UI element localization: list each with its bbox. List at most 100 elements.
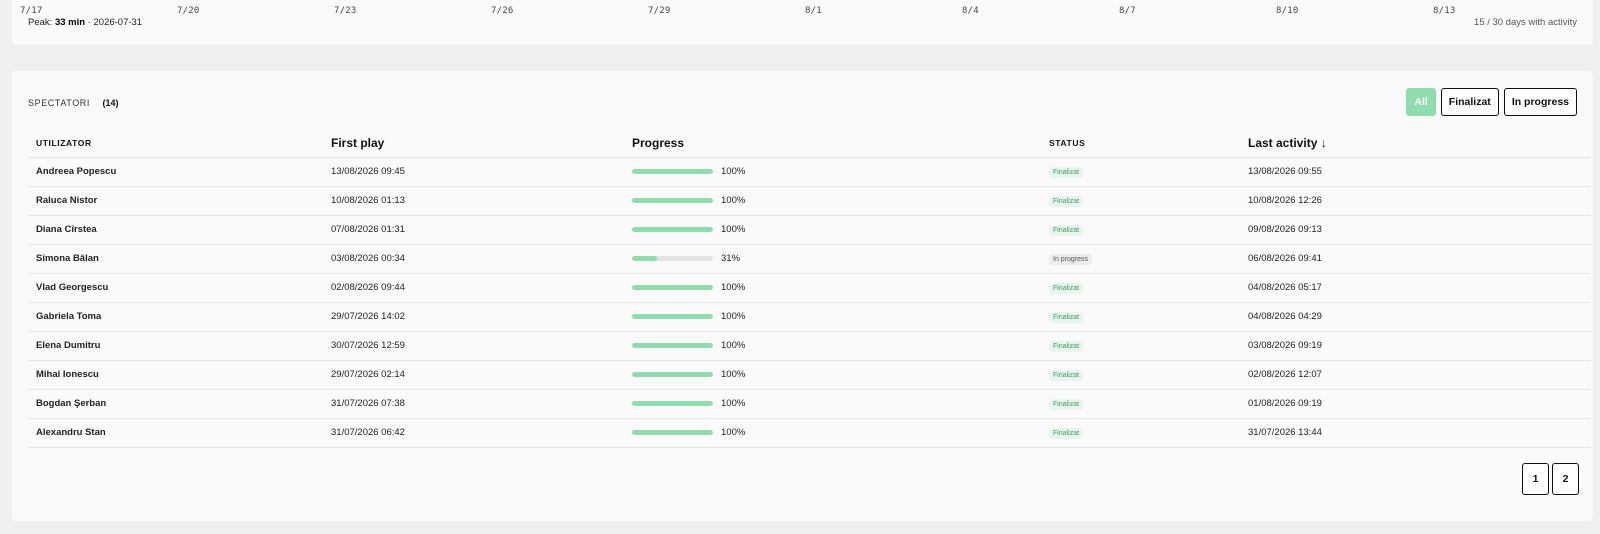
filter-in-progress-button[interactable]: In progress [1503,88,1577,116]
user-name[interactable]: Andreea Popescu [28,157,323,187]
progress-cell: 100% [624,186,1041,216]
progress-bar [632,401,713,406]
table-row[interactable]: Alexandru Stan 31/07/2026 06:42 100% Finali… [28,418,1591,448]
status-badge: Finalizat [1049,427,1084,439]
table-row[interactable]: Raluca Nistor 10/08/2026 01:13 100% Finaliz… [28,186,1591,216]
progress-bar-fill [632,343,713,348]
progress-percent: 100% [721,369,746,380]
progress-percent: 100% [721,311,746,322]
progress-percent: 100% [721,282,746,293]
spectators-header: SPECTATORI (14) All Finalizat In progress [28,88,1577,116]
first-play-time: 31/07/2026 07:38 [323,389,624,419]
x-axis-tick-label: 8/13 [1433,6,1456,16]
progress-cell: 31% [624,244,1041,274]
user-name[interactable]: Alexandru Stan [28,418,323,448]
progress-bar-fill [632,430,713,435]
user-name[interactable]: Bogdan Şerban [28,389,323,419]
progress-bar [632,227,713,232]
x-axis-tick-label: 8/1 [805,6,822,16]
progress-cell: 100% [624,273,1041,303]
activity-chart-card: 7/17 7/20 7/23 7/26 7/29 8/1 8/4 8/7 8/10 8/13 Pe… [12,0,1593,45]
status-badge: Finalizat [1049,340,1084,352]
page-1-button[interactable]: 1 [1522,463,1549,495]
progress-cell: 100% [624,157,1041,187]
peak-date: 2026-07-31 [93,17,143,28]
status-cell: In progress [1041,244,1240,274]
first-play-time: 07/08/2026 01:31 [323,215,624,245]
table-row[interactable]: Diana Cîrstea 07/08/2026 01:31 100% Finaliz… [28,215,1591,245]
progress-bar-fill [632,285,713,290]
user-name[interactable]: Raluca Nistor [28,186,323,216]
status-cell: Finalizat [1041,331,1240,361]
status-cell: Finalizat [1041,360,1240,390]
column-header-status[interactable]: STATUS [1041,129,1240,158]
last-activity-time: 02/08/2026 12:07 [1240,360,1591,390]
column-header-first-play[interactable]: First play [323,129,624,158]
spectators-count: (14) [102,98,119,108]
progress-percent: 31% [721,253,741,264]
progress-percent: 100% [721,224,746,235]
status-badge: Finalizat [1049,282,1084,294]
filter-all-button[interactable]: All [1406,88,1436,116]
x-axis-tick-label: 8/4 [962,6,979,16]
table-row[interactable]: Vlad Georgescu 02/08/2026 09:44 100% Finali… [28,273,1591,303]
status-badge: Finalizat [1049,398,1084,410]
table-row[interactable]: Gabriela Toma 29/07/2026 14:02 100% Finaliz… [28,302,1591,332]
x-axis-tick-label: 7/17 [20,6,43,16]
table-row[interactable]: Elena Dumitru 30/07/2026 12:59 100% Finaliz… [28,331,1591,361]
first-play-time: 10/08/2026 01:13 [323,186,624,216]
progress-bar-fill [632,256,658,261]
progress-bar-fill [632,198,713,203]
user-name[interactable]: Gabriela Toma [28,302,323,332]
user-name[interactable]: Simona Bălan [28,244,323,274]
status-badge: Finalizat [1049,311,1084,323]
user-name[interactable]: Diana Cîrstea [28,215,323,245]
x-axis-tick-label: 7/29 [648,6,671,16]
spectators-heading: SPECTATORI (14) [28,93,118,111]
peak-separator: · [85,17,94,28]
progress-bar-fill [632,169,713,174]
column-header-progress[interactable]: Progress [624,129,1041,158]
progress-bar [632,343,713,348]
table-row[interactable]: Andreea Popescu 13/08/2026 09:45 100% Final… [28,157,1591,187]
table-body: Andreea Popescu 13/08/2026 09:45 100% Final… [28,157,1591,448]
first-play-time: 29/07/2026 14:02 [323,302,624,332]
progress-bar-fill [632,314,713,319]
user-name[interactable]: Mihai Ionescu [28,360,323,390]
progress-cell: 100% [624,389,1041,419]
first-play-time: 30/07/2026 12:59 [323,331,624,361]
progress-percent: 100% [721,195,746,206]
status-cell: Finalizat [1041,389,1240,419]
progress-bar-fill [632,227,713,232]
column-header-user[interactable]: UTILIZATOR [28,129,323,158]
spectators-table: UTILIZATOR First play Progress STATUS La… [28,129,1591,448]
progress-cell: 100% [624,331,1041,361]
status-badge: Finalizat [1049,224,1084,236]
progress-cell: 100% [624,302,1041,332]
progress-bar [632,285,713,290]
progress-percent: 100% [721,340,746,351]
table-row[interactable]: Simona Bălan 03/08/2026 00:34 31% In progre… [28,244,1591,274]
progress-bar-fill [632,401,713,406]
progress-bar [632,169,713,174]
progress-bar [632,372,713,377]
progress-percent: 100% [721,398,746,409]
pagination: 12 [1522,463,1579,495]
column-header-last-activity[interactable]: Last activity ↓ [1240,129,1591,158]
spectators-card: SPECTATORI (14) All Finalizat In progress … [12,71,1593,521]
peak-label: Peak: [28,17,53,28]
table-row[interactable]: Bogdan Şerban 31/07/2026 07:38 100% Finaliz… [28,389,1591,419]
filter-finalizat-button[interactable]: Finalizat [1440,88,1499,116]
page-2-button[interactable]: 2 [1552,463,1579,495]
first-play-time: 02/08/2026 09:44 [323,273,624,303]
last-activity-time: 01/08/2026 09:19 [1240,389,1591,419]
chart-footer: Peak: 33 min · 2026-07-31 15 / 30 days w… [28,17,1577,28]
user-name[interactable]: Elena Dumitru [28,331,323,361]
spectators-title: SPECTATORI [28,98,91,108]
x-axis-tick-label: 7/20 [177,6,200,16]
table-row[interactable]: Mihai Ionescu 29/07/2026 02:14 100% Finaliz… [28,360,1591,390]
x-axis-tick-label: 8/7 [1119,6,1136,16]
last-activity-time: 04/08/2026 04:29 [1240,302,1591,332]
user-name[interactable]: Vlad Georgescu [28,273,323,303]
status-cell: Finalizat [1041,157,1240,187]
